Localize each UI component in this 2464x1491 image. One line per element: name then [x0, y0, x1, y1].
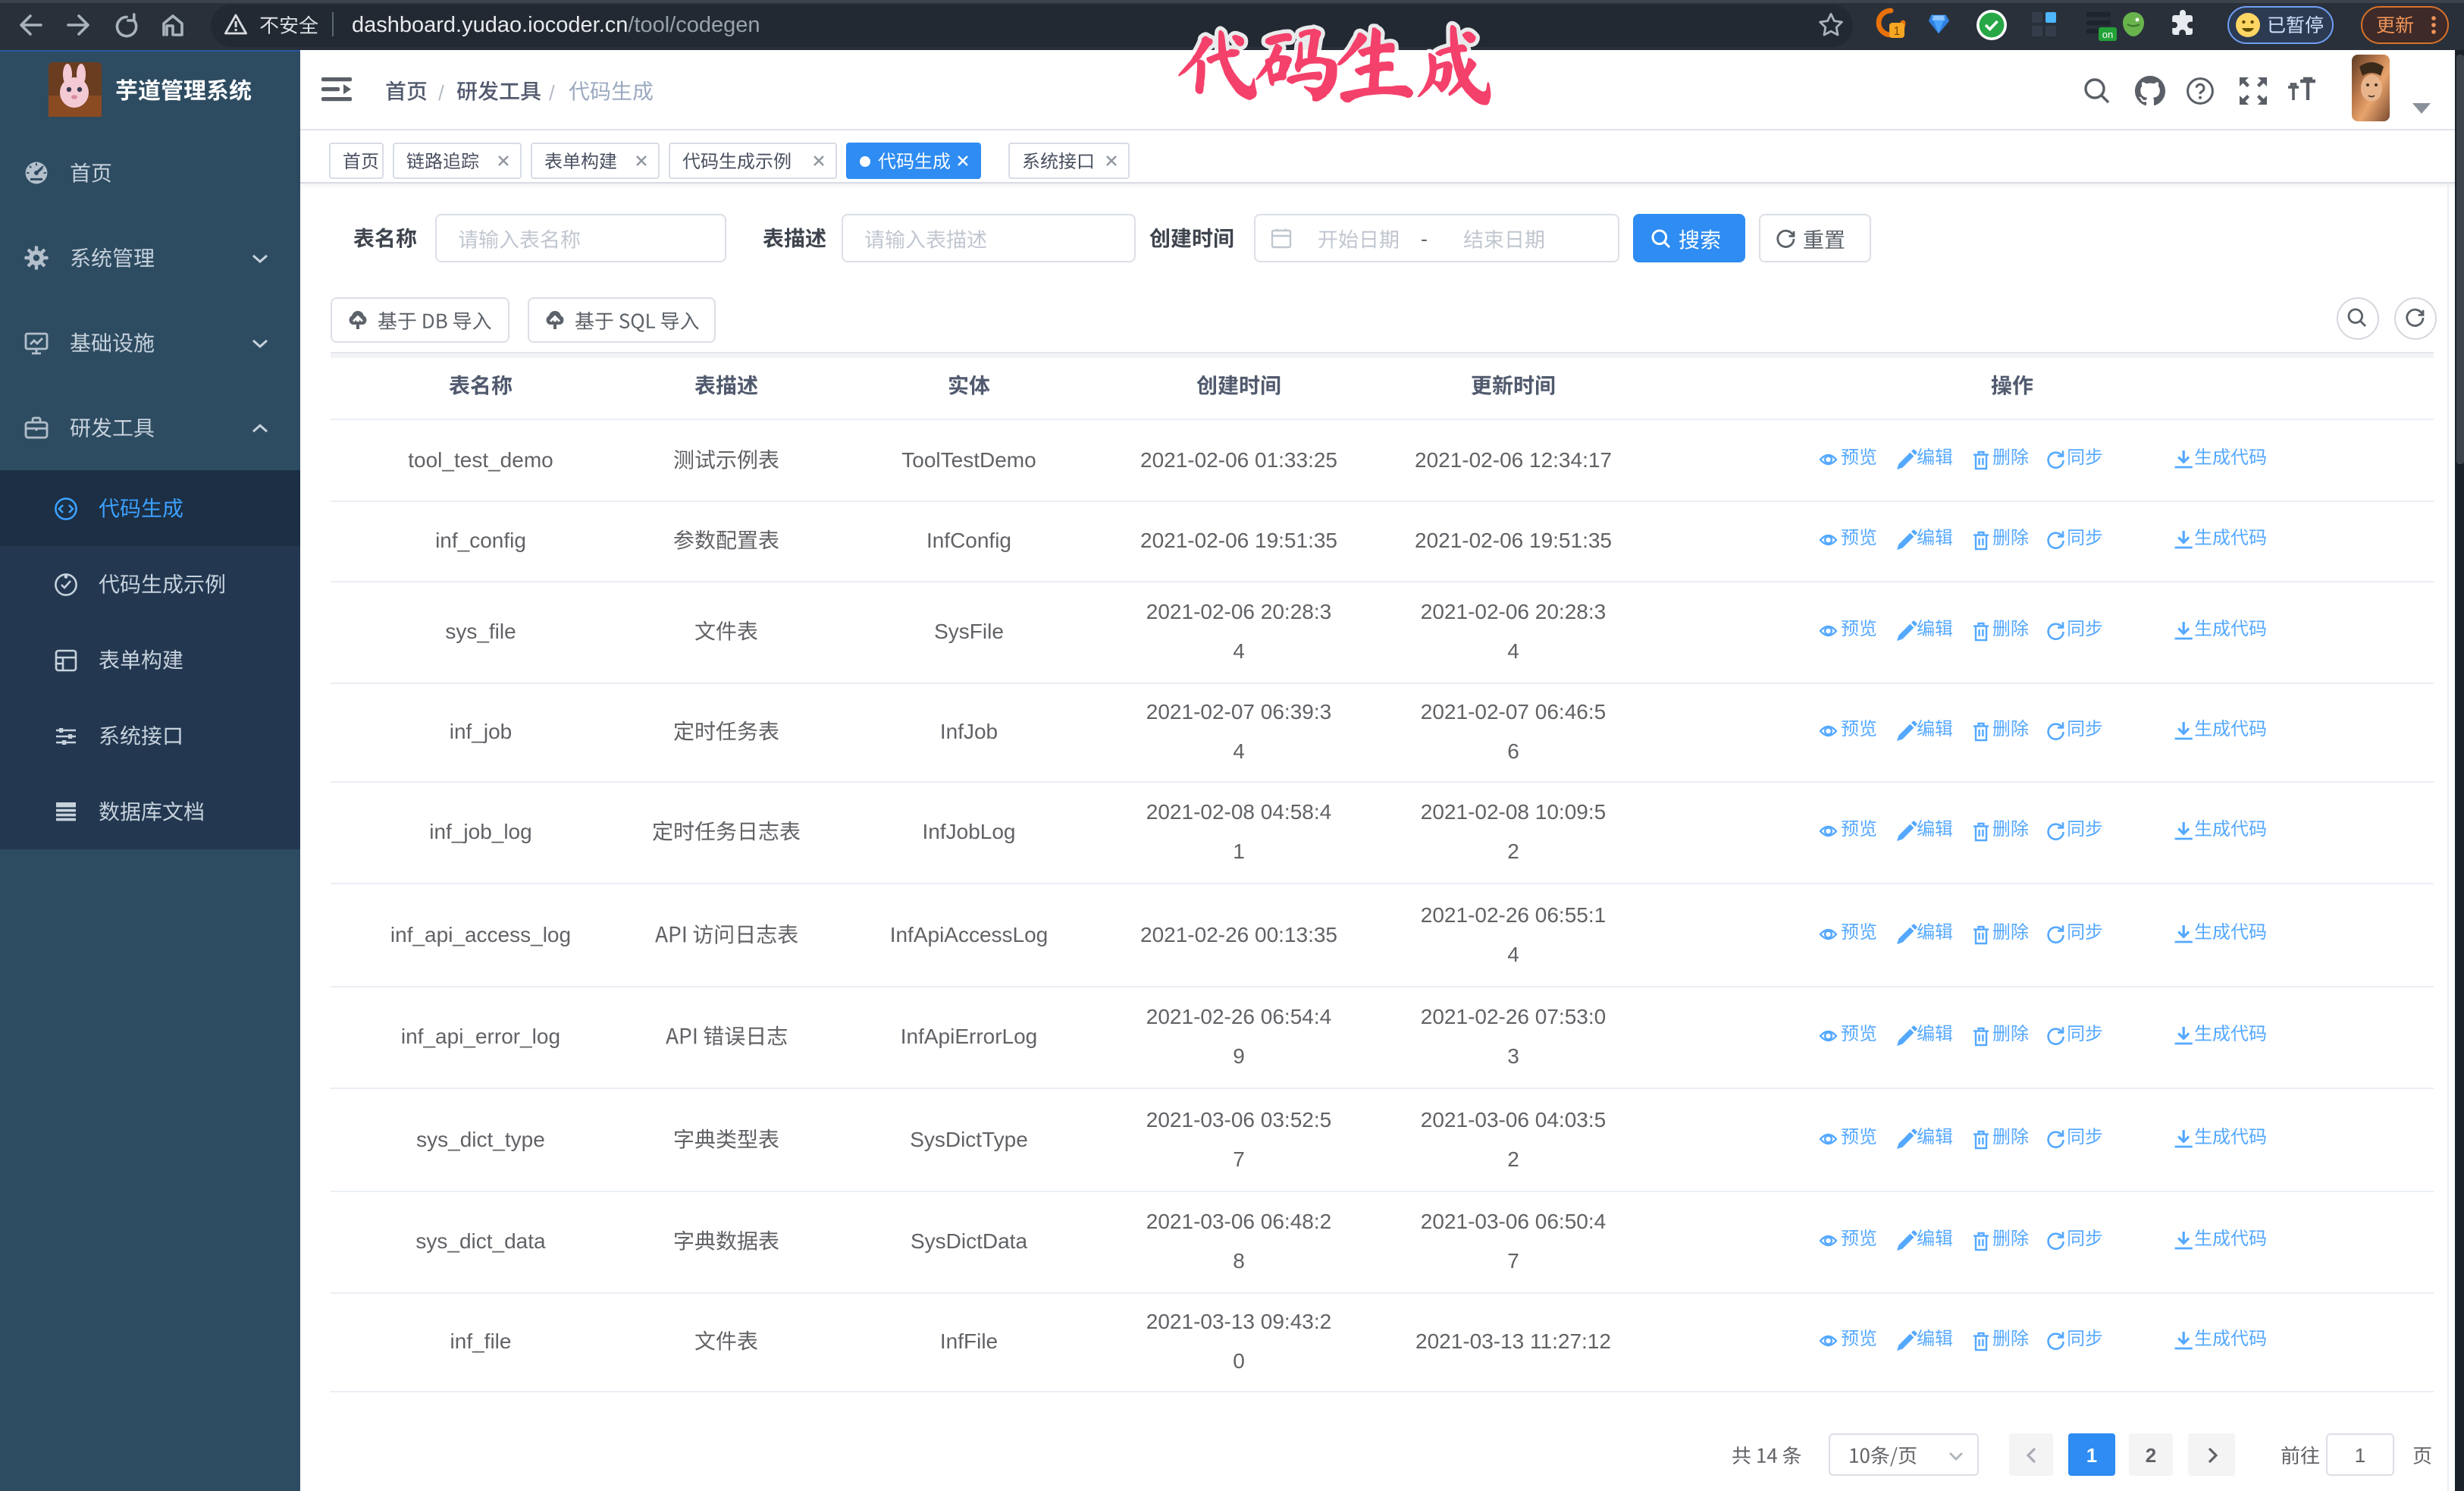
svg-text:on: on: [2102, 29, 2113, 40]
svg-text:1: 1: [1894, 25, 1901, 38]
